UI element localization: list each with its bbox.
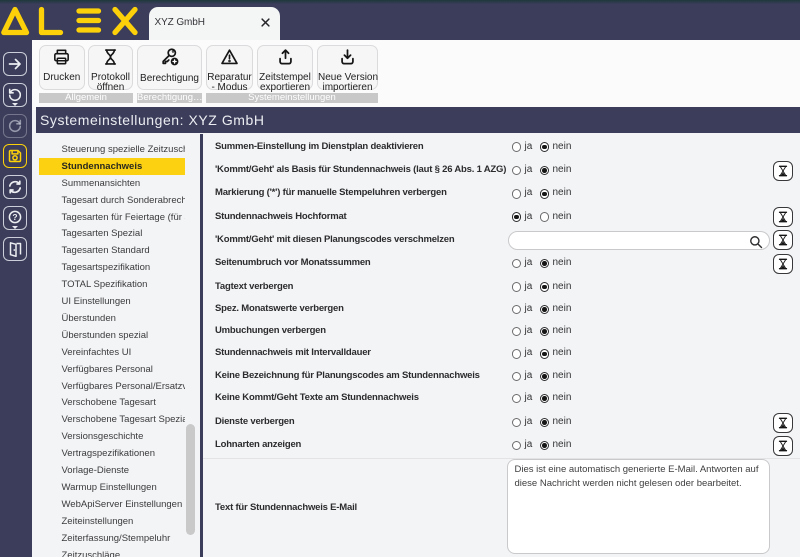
- svg-text:?: ?: [12, 212, 17, 222]
